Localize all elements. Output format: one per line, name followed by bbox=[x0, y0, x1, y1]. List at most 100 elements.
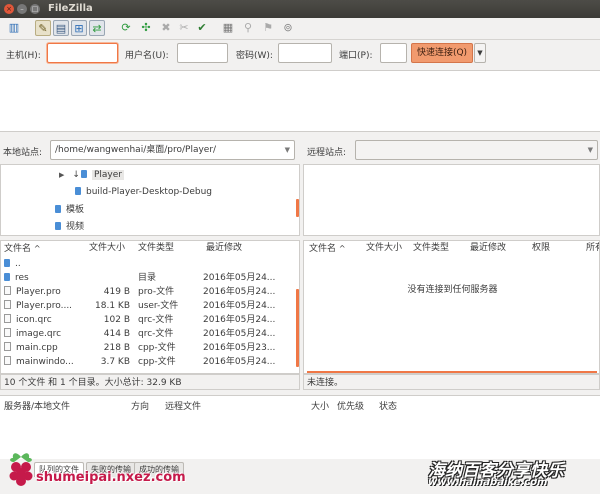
toggle-queue-icon[interactable]: ⇄ bbox=[89, 20, 105, 36]
file-modified: 2016年05月24... bbox=[203, 273, 276, 283]
quickconnect-dropdown[interactable]: ▼ bbox=[474, 43, 486, 63]
queue-header-direction[interactable]: 方向 bbox=[131, 399, 149, 412]
expand-arrow-icon[interactable]: ▶ bbox=[59, 171, 64, 179]
remote-file-list[interactable]: 文件名 ^ 文件大小 文件类型 最近修改 权限 所有 没有连接到任何服务器 bbox=[303, 240, 600, 374]
col-header-permissions[interactable]: 权限 bbox=[532, 241, 550, 256]
port-label: 端口(P): bbox=[339, 51, 373, 61]
reconnect-icon[interactable]: ✔ bbox=[194, 20, 210, 36]
col-header-size[interactable]: 文件大小 bbox=[89, 241, 125, 256]
toggle-remote-tree-icon[interactable]: ⊞ bbox=[71, 20, 87, 36]
folder-icon bbox=[80, 170, 87, 178]
toolbar: ▥ ✎ ▤ ⊞ ⇄ ⟳ ✣ ✖ ✂ ✔ ▦ ⚲ ⚑ ⊚ bbox=[0, 18, 600, 40]
sync-browse-icon[interactable]: ⚑ bbox=[260, 20, 276, 36]
file-name: .. bbox=[15, 259, 21, 269]
tree-item-label: Player bbox=[91, 170, 124, 180]
tree-scrollbar[interactable] bbox=[296, 199, 299, 217]
process-queue-icon[interactable]: ✣ bbox=[138, 20, 154, 36]
remote-path-combo[interactable]: ▼ bbox=[355, 140, 598, 160]
close-icon[interactable]: × bbox=[4, 4, 14, 14]
queue-header-priority[interactable]: 优先级 bbox=[337, 399, 364, 412]
watermark-right-url: www.hainabaike.com bbox=[428, 477, 548, 488]
host-input[interactable] bbox=[47, 43, 118, 63]
tree-item-build[interactable]: build-Player-Desktop-Debug bbox=[75, 185, 212, 199]
site-manager-icon[interactable]: ▥ bbox=[6, 20, 22, 36]
search-icon[interactable]: ⊚ bbox=[280, 20, 296, 36]
queue-header-remote[interactable]: 远程文件 bbox=[165, 399, 201, 412]
title-bar: × – □ FileZilla bbox=[0, 0, 600, 18]
password-input[interactable] bbox=[278, 43, 332, 63]
col-header-modified[interactable]: 最近修改 bbox=[206, 241, 242, 256]
file-icon bbox=[4, 342, 11, 351]
port-input[interactable] bbox=[380, 43, 407, 63]
local-status-bar: 10 个文件 和 1 个目录。大小总计: 32.9 KB bbox=[0, 374, 300, 390]
file-name: Player.pro bbox=[16, 287, 61, 297]
toggle-tree-icon[interactable]: ▤ bbox=[53, 20, 69, 36]
transfer-queue[interactable]: 服务器/本地文件 方向 远程文件 大小 优先级 状态 bbox=[0, 395, 600, 459]
local-tree[interactable]: ▶ ↓ Player build-Player-Desktop-Debug 模板 视… bbox=[0, 164, 300, 236]
file-modified: 2016年05月24... bbox=[203, 357, 276, 367]
file-size: 218 B bbox=[103, 343, 130, 353]
username-input[interactable] bbox=[177, 43, 228, 63]
file-icon bbox=[4, 356, 11, 365]
tree-item-videos[interactable]: 视频 bbox=[55, 220, 84, 234]
folder-icon bbox=[4, 259, 10, 267]
compare-icon[interactable]: ⚲ bbox=[240, 20, 256, 36]
file-type: 目录 bbox=[138, 273, 157, 283]
tree-item-label: build-Player-Desktop-Debug bbox=[86, 187, 213, 197]
col-header-name[interactable]: 文件名 ^ bbox=[309, 241, 346, 256]
message-log[interactable] bbox=[0, 70, 600, 132]
col-header-size[interactable]: 文件大小 bbox=[366, 241, 402, 256]
file-name: image.qrc bbox=[16, 329, 62, 339]
raspberry-logo bbox=[4, 449, 38, 491]
col-header-type[interactable]: 文件类型 bbox=[413, 241, 449, 256]
remote-status-text: 未连接。 bbox=[307, 378, 344, 388]
file-type: cpp-文件 bbox=[138, 357, 176, 367]
quickconnect-bar: 主机(H): 用户名(U): 密码(W): 端口(P): 快速连接(Q) ▼ bbox=[0, 40, 600, 68]
file-modified: 2016年05月23... bbox=[203, 343, 276, 353]
file-name: icon.qrc bbox=[16, 315, 52, 325]
chevron-down-icon: ▼ bbox=[284, 146, 290, 154]
toggle-log-icon[interactable]: ✎ bbox=[35, 20, 51, 36]
disconnect-icon[interactable]: ✂ bbox=[176, 20, 192, 36]
remote-tree[interactable] bbox=[303, 164, 600, 236]
username-label: 用户名(U): bbox=[125, 51, 169, 61]
col-header-owner[interactable]: 所有 bbox=[586, 241, 599, 256]
folder-icon bbox=[4, 273, 10, 281]
minimize-icon[interactable]: – bbox=[17, 4, 27, 14]
progress-line bbox=[307, 371, 597, 373]
password-label: 密码(W): bbox=[236, 51, 273, 61]
local-site-bar: 本地站点: /home/wangwenhai/桌面/pro/Player/ ▼ bbox=[0, 137, 298, 163]
file-type: qrc-文件 bbox=[138, 329, 174, 339]
empty-message: 没有连接到任何服务器 bbox=[407, 285, 498, 295]
refresh-icon[interactable]: ⟳ bbox=[118, 20, 134, 36]
file-list-scrollbar[interactable] bbox=[296, 289, 299, 367]
local-file-list[interactable]: 文件名 ^ 文件大小 文件类型 最近修改 .. res 目录 2016年05月2… bbox=[0, 240, 300, 374]
watermark-left: shumeipai.nxez.com bbox=[36, 470, 186, 485]
quickconnect-button[interactable]: 快速连接(Q) bbox=[411, 43, 473, 63]
queue-header-server[interactable]: 服务器/本地文件 bbox=[4, 399, 70, 412]
file-name: main.cpp bbox=[16, 343, 58, 353]
chevron-down-icon: ▼ bbox=[587, 146, 593, 154]
col-header-modified[interactable]: 最近修改 bbox=[470, 241, 506, 256]
col-header-name[interactable]: 文件名 ^ bbox=[4, 241, 41, 256]
file-size: 102 B bbox=[103, 315, 130, 325]
file-modified: 2016年05月24... bbox=[203, 287, 276, 297]
tree-item-templates[interactable]: 模板 bbox=[55, 203, 84, 217]
file-icon bbox=[4, 300, 11, 309]
cancel-icon[interactable]: ✖ bbox=[158, 20, 174, 36]
queue-header-status[interactable]: 状态 bbox=[379, 399, 397, 412]
local-path-combo[interactable]: /home/wangwenhai/桌面/pro/Player/ ▼ bbox=[50, 140, 295, 160]
remote-site-label: 远程站点: bbox=[307, 148, 347, 158]
tree-item-player[interactable]: ▶ ↓ Player bbox=[59, 168, 124, 182]
maximize-icon[interactable]: □ bbox=[30, 4, 40, 14]
file-type: pro-文件 bbox=[138, 287, 175, 297]
filter-icon[interactable]: ▦ bbox=[220, 20, 236, 36]
queue-header-size[interactable]: 大小 bbox=[311, 399, 329, 412]
col-header-type[interactable]: 文件类型 bbox=[138, 241, 174, 256]
local-site-label: 本地站点: bbox=[3, 148, 43, 158]
file-type: qrc-文件 bbox=[138, 315, 174, 325]
file-type: user-文件 bbox=[138, 301, 179, 311]
folder-icon bbox=[55, 222, 61, 230]
file-icon bbox=[4, 314, 11, 323]
remote-site-bar: 远程站点: ▼ bbox=[303, 137, 600, 163]
